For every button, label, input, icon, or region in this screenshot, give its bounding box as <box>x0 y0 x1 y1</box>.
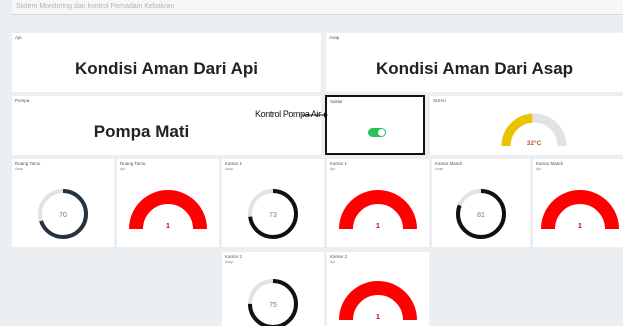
sensor-type: Asap <box>435 167 444 171</box>
suhu-value: 32°C <box>527 139 542 147</box>
saklar-toggle-knob[interactable] <box>378 129 385 136</box>
saklar-card: Saklar <box>325 95 425 155</box>
suhu-card: SUHU 32°C <box>430 96 623 155</box>
sensor-type: Api <box>330 167 336 171</box>
sensor-type: Asap <box>225 167 234 171</box>
sensor-type: Asap <box>15 167 24 171</box>
sensor-card: Ruang Tamu Api 1 <box>117 159 219 247</box>
pompa-status: Pompa Mati <box>93 122 190 141</box>
sensor-room: Kamar Mandi <box>435 161 462 166</box>
sensor-card: Kamar Mandi Api 1 <box>533 159 623 247</box>
suhu-gauge: 32°C <box>501 113 567 147</box>
sensor-card: Kamar 1 Asap 73 <box>222 159 324 247</box>
sensor-room: Kamar 1 <box>330 161 348 166</box>
sensor-room: Kamar 1 <box>225 161 243 166</box>
sensor-card: Ruang Tamu Asap 70 <box>12 159 114 247</box>
smoke-ring-gauge: 70 <box>38 189 88 239</box>
sensor-card: Kamar Mandi Asap 81 <box>432 159 530 247</box>
saklar-label: Saklar <box>330 99 343 104</box>
sensor-type: Api <box>330 260 336 264</box>
app-header: Sistem Monitoring dan kontrol Pemadam Ke… <box>12 0 623 15</box>
saklar-toggle[interactable] <box>368 128 386 137</box>
sensor-value: 70 <box>59 212 67 219</box>
sensor-room: Kamar 2 <box>225 254 243 259</box>
smoke-ring-gauge: 73 <box>248 189 298 239</box>
api-status: Kondisi Aman Dari Api <box>75 59 258 78</box>
sensor-value: 1 <box>376 314 380 321</box>
smoke-ring-gauge: 75 <box>248 279 298 326</box>
sensor-value: 81 <box>477 212 485 219</box>
sensor-card: Kamar 2 Asap 75 <box>222 252 324 326</box>
api-card: Api Kondisi Aman Dari Api <box>12 33 321 92</box>
asap-label: Asap <box>329 35 340 40</box>
sensor-card: Kamar 1 Api 1 <box>327 159 429 247</box>
sensor-value: 73 <box>269 212 277 219</box>
sensor-room: Kamar 2 <box>330 254 348 259</box>
suhu-label: SUHU <box>433 98 446 103</box>
annotation-arrow-icon <box>302 112 328 118</box>
sensor-room: Kamar Mandi <box>536 161 563 166</box>
smoke-ring-gauge: 81 <box>456 189 506 239</box>
sensor-type: Api <box>536 167 542 171</box>
sensor-type: Asap <box>225 260 234 264</box>
sensor-value: 1 <box>166 223 170 230</box>
sensor-type: Api <box>120 167 126 171</box>
fire-arc-gauge: 1 <box>129 190 207 230</box>
sensor-card: Kamar 2 Api 1 <box>327 252 429 326</box>
sensor-room: Ruang Tamu <box>15 161 41 166</box>
sensor-value: 75 <box>269 302 277 309</box>
asap-card: Asap Kondisi Aman Dari Asap <box>326 33 623 92</box>
fire-arc-gauge: 1 <box>541 190 619 230</box>
asap-status: Kondisi Aman Dari Asap <box>375 59 574 78</box>
fire-arc-gauge: 1 <box>339 190 417 230</box>
sensor-room: Ruang Tamu <box>120 161 146 166</box>
sensor-value: 1 <box>578 223 582 230</box>
pompa-label: Pompa <box>15 98 30 103</box>
app-title: Sistem Monitoring dan kontrol Pemadam Ke… <box>16 3 175 10</box>
api-label: Api <box>15 35 22 40</box>
fire-arc-gauge: 1 <box>339 281 417 321</box>
pompa-card: Pompa Pompa Mati <box>12 96 321 155</box>
sensor-value: 1 <box>376 223 380 230</box>
